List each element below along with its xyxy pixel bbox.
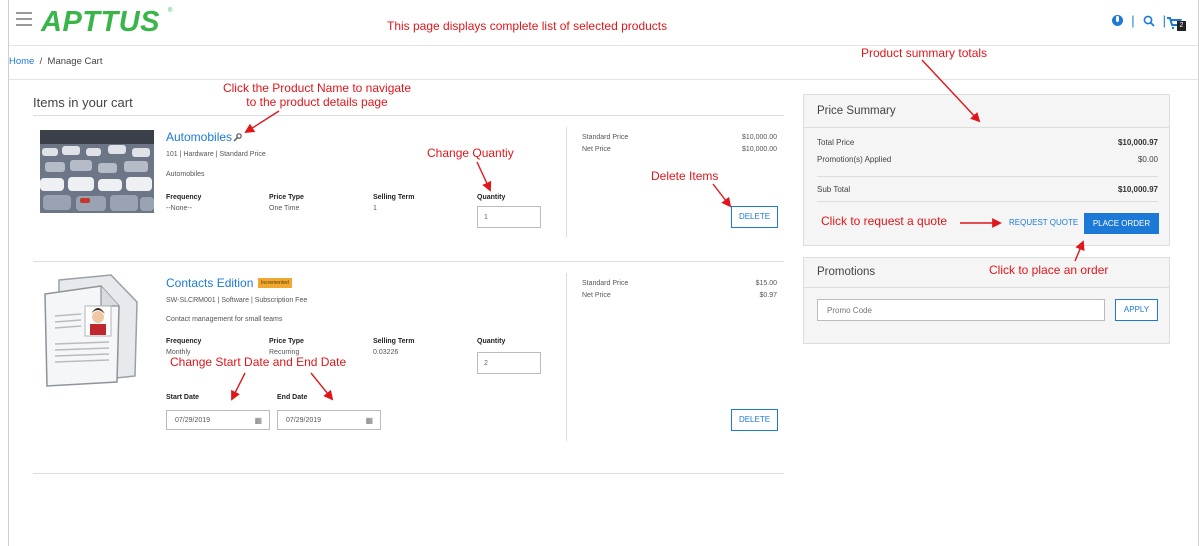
- app-frame: APTTUS ® | | 2 Home / Manage Cart Items …: [8, 0, 1199, 546]
- arrow-delete: [712, 183, 732, 208]
- arrow-end-date: [310, 372, 334, 401]
- arrow-summary-totals: [921, 59, 981, 123]
- arrow-place-order: [1074, 240, 1085, 262]
- arrow-start-date: [231, 372, 246, 401]
- annotation-arrows: [231, 59, 1085, 401]
- arrow-product-name: [244, 110, 280, 134]
- arrow-change-quantity: [476, 161, 492, 192]
